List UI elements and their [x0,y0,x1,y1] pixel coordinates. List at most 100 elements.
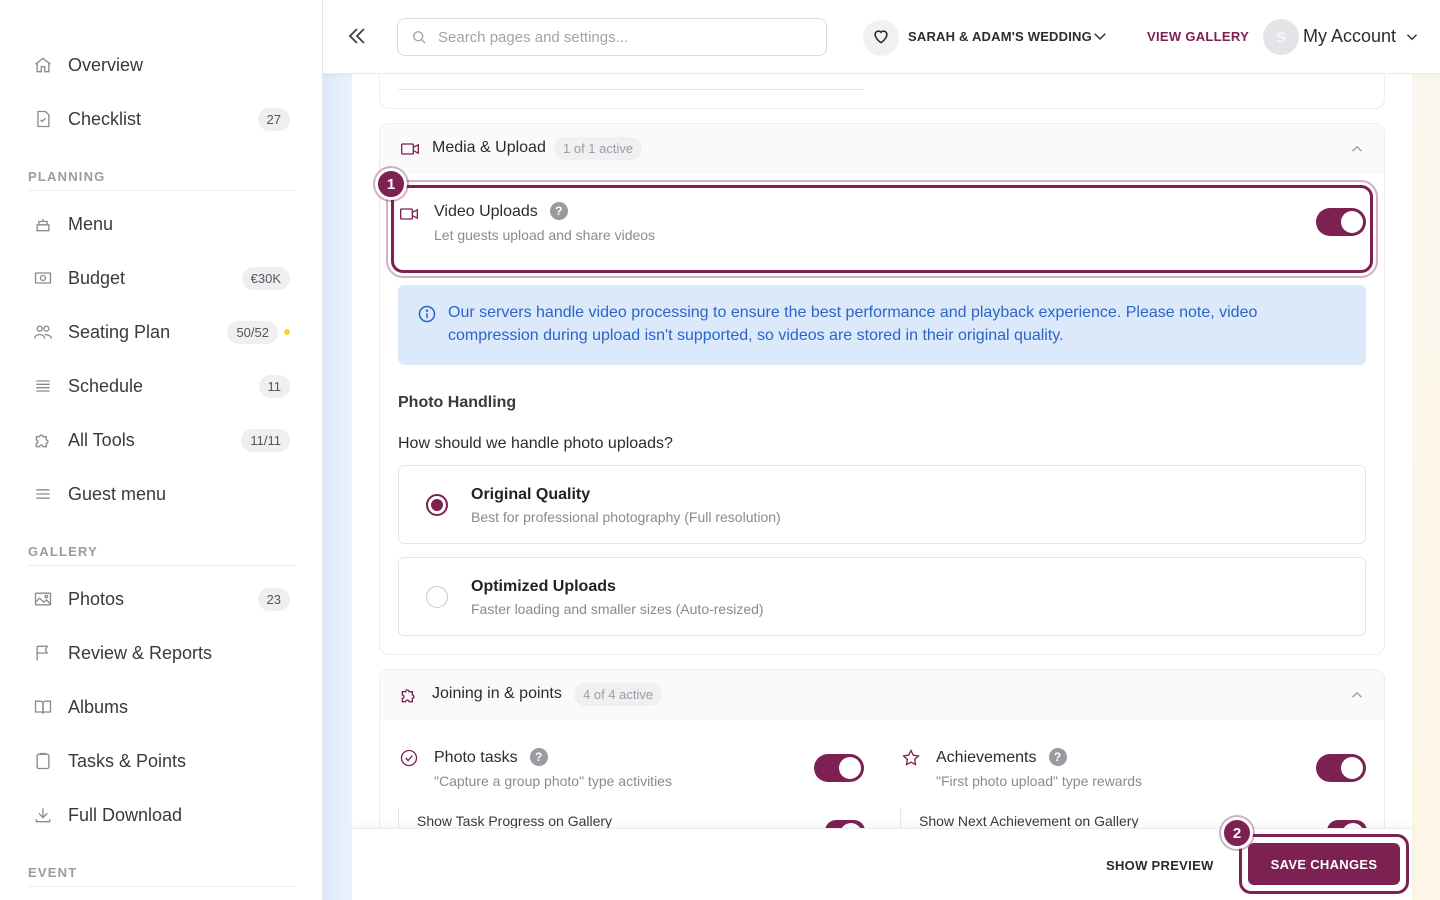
option-title: Optimized Uploads [471,578,616,595]
chevron-up-icon[interactable] [1348,140,1366,158]
sidebar-item-budget[interactable]: Budget €30K [22,256,298,300]
sidebar-item-schedule[interactable]: Schedule 11 [22,364,298,408]
count-badge: 27 [257,107,290,131]
sidebar-item-seating-plan[interactable]: Seating Plan 50/52 [22,310,298,354]
setting-title-text: Photo tasks [434,749,518,766]
sidebar-item-albums[interactable]: Albums [22,685,298,729]
checklist-icon [32,108,54,130]
sub-setting-label: Show Next Achievement on Gallery [919,813,1139,829]
highlight-frame: SAVE CHANGES [1239,834,1409,894]
sidebar-item-review-reports[interactable]: Review & Reports [22,631,298,675]
radio-button[interactable] [426,494,448,516]
sidebar-item-checklist[interactable]: Checklist 27 [22,97,298,141]
heart-button[interactable] [863,20,899,56]
puzzle-icon [32,429,54,451]
image-icon [32,588,54,610]
divider [28,190,296,191]
event-selector[interactable]: SARAH & ADAM'S WEDDING [908,29,1092,44]
top-bar: SARAH & ADAM'S WEDDING VIEW GALLERY S My… [323,0,1440,74]
info-text: Our servers handle video processing to e… [448,304,1258,344]
collapse-sidebar-icon[interactable] [343,22,371,50]
chevron-up-icon[interactable] [1348,686,1366,704]
list-icon [32,375,54,397]
help-icon[interactable]: ? [1048,748,1067,766]
sidebar-item-label: Overview [68,54,144,75]
search-icon [410,28,428,46]
canvas-tint [1410,74,1440,900]
sidebar-item-full-download[interactable]: Full Download [22,793,298,837]
search-box[interactable] [397,18,827,56]
show-preview-button[interactable]: SHOW PREVIEW [1106,858,1214,873]
setting-title: Photo tasks? [434,748,548,767]
avatar[interactable]: S [1263,19,1299,55]
card-title: Media & Upload [432,139,546,156]
setting-description: Let guests upload and share videos [434,227,656,243]
count-badge: 23 [257,587,290,611]
option-optimized-uploads[interactable]: Optimized Uploads Faster loading and sma… [398,557,1366,636]
canvas-tint [323,74,353,900]
view-gallery-link[interactable]: VIEW GALLERY [1147,29,1249,44]
sidebar-item-label: Checklist [68,108,142,129]
sidebar-item-label: Review & Reports [68,642,213,663]
action-bar: SHOW PREVIEW SAVE CHANGES [352,828,1412,900]
sub-setting-label: Show Task Progress on Gallery [417,813,613,829]
chevron-down-icon[interactable] [1403,28,1421,46]
settings-panel: Media & Upload 1 of 1 active 1 Video Upl… [352,74,1412,900]
puzzle-icon [399,685,419,710]
status-dot [284,329,290,335]
setting-title-text: Video Uploads [434,203,538,220]
sidebar-item-label: Schedule [68,375,144,396]
account-menu[interactable]: My Account [1303,26,1396,47]
cake-icon [32,213,54,235]
radio-button[interactable] [426,586,448,608]
setting-title: Achievements? [936,748,1067,767]
option-description: Faster loading and smaller sizes (Auto-r… [471,601,764,617]
sidebar-item-label: Full Download [68,804,183,825]
video-uploads-toggle[interactable] [1316,208,1366,236]
card-header[interactable]: Media & Upload 1 of 1 active [380,124,1384,174]
option-title: Original Quality [471,486,591,503]
clipboard-icon [32,750,54,772]
save-changes-button[interactable]: SAVE CHANGES [1248,843,1400,885]
sidebar-item-menu[interactable]: Menu [22,202,298,246]
count-badge: 50/52 [227,320,278,344]
book-icon [32,696,54,718]
sidebar-item-label: Seating Plan [68,321,171,342]
chevron-down-icon[interactable] [1091,27,1109,45]
heart-icon [871,26,891,51]
card-header[interactable]: Joining in & points 4 of 4 active [380,670,1384,720]
search-input[interactable] [438,28,798,46]
photo-tasks-toggle[interactable] [814,754,864,782]
setting-description: "First photo upload" type rewards [936,773,1143,789]
card-title: Joining in & points [432,685,562,702]
count-badge: 11/11 [241,428,290,452]
previous-card [379,74,1385,109]
help-icon[interactable]: ? [549,202,568,220]
sidebar-item-tasks-points[interactable]: Tasks & Points [22,739,298,783]
achievements-toggle[interactable] [1316,754,1366,782]
sidebar-item-photos[interactable]: Photos 23 [22,577,298,621]
sidebar-item-guest-menu[interactable]: Guest menu [22,472,298,516]
section-heading: Photo Handling [398,394,517,411]
status-badge: 1 of 1 active [554,137,643,160]
flag-icon [32,642,54,664]
section-heading-planning: PLANNING [28,169,106,184]
divider [28,565,296,566]
download-icon [32,804,54,826]
sidebar-item-all-tools[interactable]: All Tools 11/11 [22,418,298,462]
setting-title: Video Uploads? [434,202,568,221]
sidebar-item-label: Menu [68,213,114,234]
sidebar-item-overview[interactable]: Overview [22,43,298,87]
divider [398,89,864,90]
people-icon [32,321,54,343]
section-heading-event: EVENT [28,865,78,880]
option-description: Best for professional photography (Full … [471,509,781,525]
video-uploads-row: Video Uploads? Let guests upload and sha… [396,189,1368,269]
setting-title-text: Achievements [936,749,1037,766]
help-icon[interactable]: ? [529,748,548,766]
check-circle-icon [399,748,419,773]
home-icon [32,54,54,76]
option-original-quality[interactable]: Original Quality Best for professional p… [398,465,1366,544]
info-banner: Our servers handle video processing to e… [398,285,1366,365]
sidebar-item-label: Tasks & Points [68,750,187,771]
